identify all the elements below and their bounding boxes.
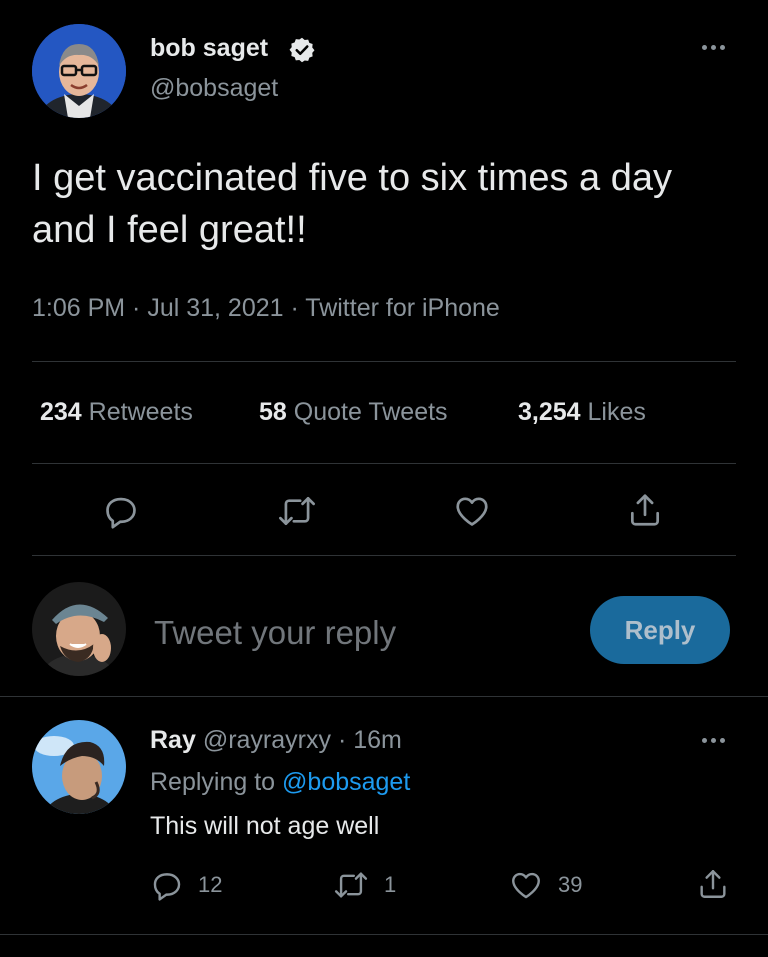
divider [32,361,736,362]
quotes-count: 58 [259,398,287,426]
tweet-meta: 1:06 PM · Jul 31, 2021 · Twitter for iPh… [32,294,500,322]
reply-text: This will not age well [150,812,380,840]
likes-stat[interactable]: 3,254 Likes [518,398,646,427]
retweets-count: 234 [40,398,82,426]
divider [32,555,736,556]
author-avatar[interactable] [32,24,126,118]
retweets-stat[interactable]: 234 Retweets [40,398,193,427]
share-icon[interactable] [626,490,664,530]
tweet-text: I get vaccinated five to six times a day… [32,157,672,251]
reply-author-name[interactable]: Ray [150,726,196,754]
divider [0,696,768,697]
reply-button[interactable]: Reply [590,596,730,664]
reply-header: Ray @rayrayrxy · 16m [150,726,402,755]
retweet-icon [332,868,370,902]
reply-time: · 16m [337,726,402,754]
retweet-count: 1 [384,872,397,897]
reply-share-icon[interactable] [696,866,730,902]
replying-to-label: Replying to [150,768,276,796]
reply-author-handle[interactable]: @rayrayrxy [203,726,331,754]
quotes-label: Quote Tweets [293,398,448,426]
reply-like-action[interactable]: 39 [508,868,582,902]
reply-input[interactable]: Tweet your reply [154,614,564,652]
retweet-icon[interactable] [276,492,318,530]
reply-icon[interactable] [102,492,140,530]
like-count: 39 [558,872,583,897]
verified-badge-icon [288,36,316,64]
reply-author-avatar[interactable] [32,720,126,814]
user-avatar[interactable] [32,582,126,676]
author-handle[interactable]: @bobsaget [150,74,278,103]
divider [0,934,768,935]
replying-to-handle[interactable]: @bobsaget [282,768,410,796]
reply-count: 12 [198,872,223,897]
likes-label: Likes [587,398,646,426]
likes-count: 3,254 [518,398,581,426]
divider [32,463,736,464]
reply-more-icon[interactable] [702,738,725,743]
retweets-label: Retweets [88,398,193,426]
quote-tweets-stat[interactable]: 58 Quote Tweets [259,398,448,427]
reply-reply-action[interactable]: 12 [150,868,222,902]
like-icon [508,868,544,902]
replying-to: Replying to @bobsaget [150,768,410,797]
reply-icon [150,868,184,902]
more-icon[interactable] [702,45,725,50]
author-name[interactable]: bob saget [150,34,268,63]
like-icon[interactable] [452,492,492,530]
reply-retweet-action[interactable]: 1 [332,868,396,902]
